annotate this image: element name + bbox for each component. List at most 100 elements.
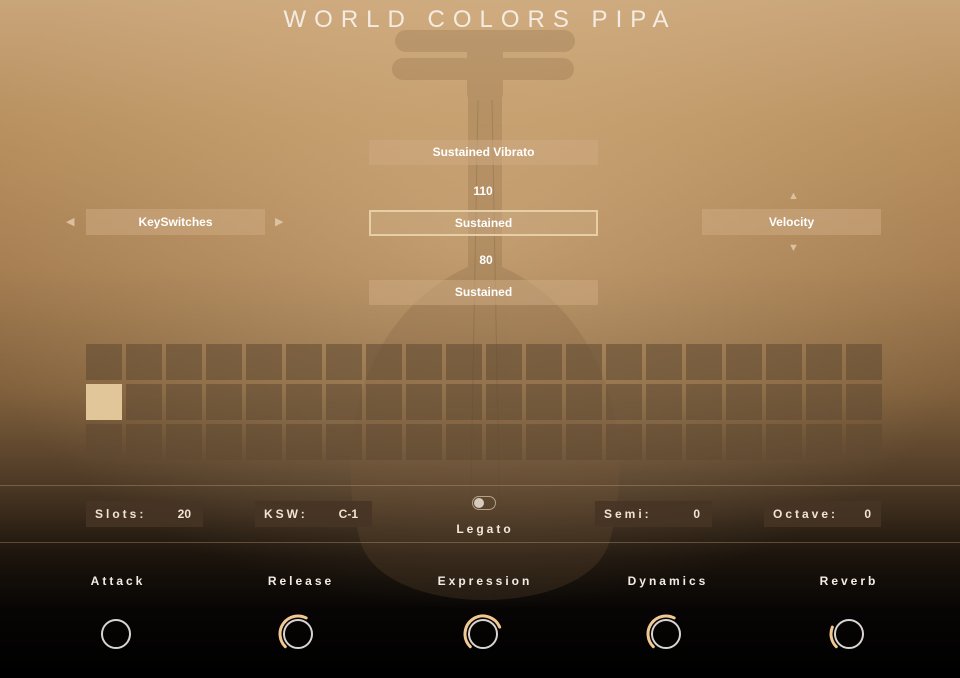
triangle-left-icon[interactable]: ◀ — [66, 215, 74, 228]
slot-cell[interactable] — [526, 344, 562, 380]
articulation-selected-button[interactable]: Sustained — [369, 210, 598, 236]
slot-cell[interactable] — [566, 424, 602, 460]
ksw-value[interactable]: C-1 — [339, 507, 358, 521]
slots-field[interactable]: Slots: 20 — [86, 501, 203, 527]
slot-cell[interactable] — [366, 344, 402, 380]
triangle-right-icon[interactable]: ▶ — [275, 215, 283, 228]
slot-cell[interactable] — [606, 424, 642, 460]
ksw-field[interactable]: KSW: C-1 — [255, 501, 372, 527]
articulation-upper-button[interactable]: Sustained Vibrato — [369, 140, 598, 165]
slot-cell[interactable] — [646, 424, 682, 460]
slot-cell[interactable] — [406, 344, 442, 380]
dynamics-label: Dynamics — [627, 574, 709, 588]
slot-cell[interactable] — [126, 344, 162, 380]
slot-grid — [86, 344, 882, 460]
slot-cell[interactable] — [846, 384, 882, 420]
dynamics-knob[interactable] — [644, 612, 688, 656]
slot-cell[interactable] — [606, 344, 642, 380]
slot-cell[interactable] — [686, 384, 722, 420]
slot-cell[interactable] — [486, 344, 522, 380]
slot-cell[interactable] — [286, 384, 322, 420]
legato-label: Legato — [456, 522, 514, 536]
slot-cell[interactable] — [326, 424, 362, 460]
app-title: WORLD COLORS PIPA — [283, 6, 677, 33]
slot-cell[interactable] — [366, 384, 402, 420]
slot-cell[interactable] — [206, 344, 242, 380]
knob-ring — [834, 619, 864, 649]
slot-cell[interactable] — [686, 344, 722, 380]
slot-cell[interactable] — [446, 344, 482, 380]
octave-field[interactable]: Octave: 0 — [764, 501, 881, 527]
slot-cell[interactable] — [686, 424, 722, 460]
divider-bottom — [0, 542, 960, 543]
slot-cell[interactable] — [566, 344, 602, 380]
slot-cell[interactable] — [486, 424, 522, 460]
slot-cell[interactable] — [726, 344, 762, 380]
slot-cell[interactable] — [246, 344, 282, 380]
slot-cell[interactable] — [726, 424, 762, 460]
triangle-up-icon[interactable]: ▲ — [788, 190, 799, 202]
expression-knob[interactable] — [461, 612, 505, 656]
switch-selector-button[interactable]: Velocity — [702, 209, 881, 235]
slots-label: Slots: — [95, 507, 147, 521]
upper-velocity-value: 110 — [473, 184, 493, 198]
slot-cell[interactable] — [646, 344, 682, 380]
slot-cell[interactable] — [286, 424, 322, 460]
divider-top — [0, 485, 960, 486]
slot-cell[interactable] — [486, 384, 522, 420]
ksw-label: KSW: — [264, 507, 308, 521]
slot-cell[interactable] — [326, 344, 362, 380]
attack-knob[interactable] — [94, 612, 138, 656]
slot-cell[interactable] — [246, 384, 282, 420]
mode-selector-button[interactable]: KeySwitches — [86, 209, 265, 235]
slot-cell[interactable] — [446, 384, 482, 420]
release-label: Release — [267, 574, 335, 588]
slot-cell[interactable] — [286, 344, 322, 380]
reverb-knob[interactable] — [827, 612, 871, 656]
semi-field[interactable]: Semi: 0 — [595, 501, 712, 527]
slot-cell[interactable] — [126, 384, 162, 420]
triangle-down-icon[interactable]: ▼ — [788, 242, 799, 254]
slot-cell[interactable] — [806, 344, 842, 380]
slot-cell[interactable] — [206, 384, 242, 420]
slot-cell[interactable] — [806, 424, 842, 460]
slot-cell[interactable] — [766, 424, 802, 460]
slot-cell[interactable] — [86, 384, 122, 420]
lower-velocity-value: 80 — [479, 253, 493, 267]
slot-cell[interactable] — [406, 424, 442, 460]
slot-cell[interactable] — [726, 384, 762, 420]
slot-cell[interactable] — [526, 424, 562, 460]
slot-cell[interactable] — [446, 424, 482, 460]
slot-cell[interactable] — [766, 344, 802, 380]
slot-cell[interactable] — [846, 424, 882, 460]
octave-value[interactable]: 0 — [864, 507, 871, 521]
slot-cell[interactable] — [566, 384, 602, 420]
slot-cell[interactable] — [806, 384, 842, 420]
slot-cell[interactable] — [166, 424, 202, 460]
slots-value[interactable]: 20 — [178, 507, 191, 521]
slot-cell[interactable] — [766, 384, 802, 420]
slot-cell[interactable] — [166, 384, 202, 420]
knob-ring — [101, 619, 131, 649]
semi-value[interactable]: 0 — [693, 507, 700, 521]
legato-toggle[interactable] — [472, 496, 496, 510]
articulation-lower-button[interactable]: Sustained — [369, 280, 598, 305]
slot-cell[interactable] — [166, 344, 202, 380]
release-knob[interactable] — [276, 612, 320, 656]
knob-ring — [283, 619, 313, 649]
slot-cell[interactable] — [86, 424, 122, 460]
slot-cell[interactable] — [206, 424, 242, 460]
slot-cell[interactable] — [86, 344, 122, 380]
slot-cell[interactable] — [326, 384, 362, 420]
expression-label: Expression — [437, 574, 533, 588]
slot-cell[interactable] — [406, 384, 442, 420]
reverb-label: Reverb — [819, 574, 879, 588]
legato-toggle-knob — [474, 498, 484, 508]
slot-cell[interactable] — [846, 344, 882, 380]
slot-cell[interactable] — [126, 424, 162, 460]
slot-cell[interactable] — [646, 384, 682, 420]
slot-cell[interactable] — [366, 424, 402, 460]
slot-cell[interactable] — [246, 424, 282, 460]
slot-cell[interactable] — [606, 384, 642, 420]
slot-cell[interactable] — [526, 384, 562, 420]
